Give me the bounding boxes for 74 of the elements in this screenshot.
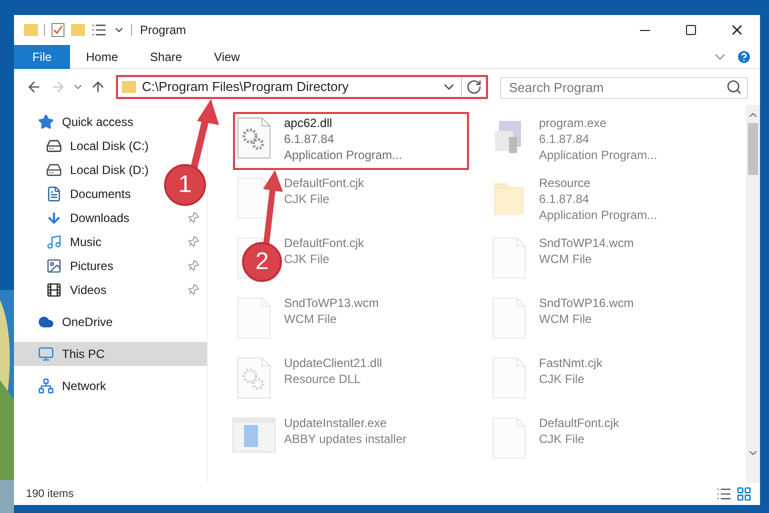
music-note-icon (46, 234, 62, 250)
help-icon[interactable] (736, 48, 752, 64)
file-detail: 6.1.87.84 (284, 131, 334, 147)
file-detail: WCM File (539, 311, 592, 327)
drive-icon (46, 138, 62, 154)
sidebar-item[interactable]: Music (46, 230, 102, 254)
file-name[interactable]: Resource (539, 175, 590, 191)
ribbon-tab[interactable]: Share (136, 44, 196, 68)
file-detail: CJK File (284, 191, 330, 207)
ribbon-tab[interactable]: File (14, 44, 70, 68)
maximize-icon (685, 24, 697, 36)
ribbon-tab[interactable]: Home (72, 44, 132, 68)
ribbon-tab[interactable]: View (200, 44, 254, 68)
file-detail: 6.1.87.84 (539, 191, 590, 207)
search-icon (726, 79, 742, 95)
file-name[interactable]: UpdateInstaller.exe (284, 415, 387, 431)
file-name[interactable]: UpdateClient21.dll (284, 355, 382, 371)
sidebar-item[interactable]: Local Disk (D:) (46, 158, 149, 182)
picture-icon (46, 258, 62, 274)
folder-icon (24, 23, 38, 37)
folder-icon (122, 80, 136, 94)
file-name[interactable]: DefaultFont.cjk (539, 415, 620, 431)
sidebar-item[interactable]: OneDrive (38, 310, 113, 334)
tiles-view-icon[interactable] (736, 486, 752, 502)
film-icon (46, 282, 62, 298)
refresh-icon[interactable] (466, 79, 482, 95)
sidebar-item[interactable]: Videos (46, 278, 106, 302)
sidebar-item[interactable]: Documents (46, 182, 131, 206)
cloud-icon (38, 314, 54, 330)
file-name[interactable]: FastNmt.cjk (539, 355, 602, 371)
file-detail: CJK File (284, 251, 330, 267)
file-detail: ABBY updates installer (284, 431, 407, 447)
file-detail: CJK File (539, 371, 584, 387)
file-detail: Resource DLL (284, 371, 361, 387)
file-detail: Application Program... (539, 147, 658, 163)
file-detail: Application Program... (539, 207, 658, 223)
sidebar-item[interactable]: Network (38, 374, 106, 398)
file-name[interactable]: DefaultFont.cjk (284, 175, 364, 191)
sidebar-item[interactable]: Downloads (46, 206, 130, 230)
sidebar-item[interactable]: This PC (14, 342, 207, 366)
item-count: 190 items (26, 486, 74, 502)
details-view-icon[interactable] (716, 486, 732, 502)
download-icon (46, 210, 62, 226)
file-name[interactable]: apc62.dll (284, 115, 332, 131)
file-name[interactable]: SndToWP16.wcm (539, 295, 634, 311)
checklist-icon (51, 23, 65, 37)
step-badge: 2 (242, 242, 282, 282)
document-icon (46, 186, 62, 202)
file-name[interactable]: SndToWP13.wcm (284, 295, 379, 311)
network-icon (38, 378, 54, 394)
file-detail: 6.1.87.84 (539, 131, 590, 147)
scroll-thumb[interactable] (748, 123, 758, 175)
file-detail: CJK File (539, 431, 584, 447)
sidebar-item[interactable]: Pictures (46, 254, 114, 278)
properties-icon[interactable] (91, 22, 107, 38)
back-icon[interactable] (26, 79, 42, 95)
address-field[interactable]: C:\Program Files\Program Directory (116, 75, 488, 99)
sidebar-item[interactable]: Local Disk (C:) (46, 134, 149, 158)
sidebar-item[interactable]: Quick access (38, 110, 134, 134)
up-icon[interactable] (90, 79, 106, 95)
scrollbar[interactable] (746, 105, 760, 483)
star-icon (38, 114, 54, 130)
drive-icon (46, 162, 62, 178)
file-name[interactable]: DefaultFont.cjk (284, 235, 364, 251)
file-detail: Application Program... (284, 147, 402, 163)
window-title: Program (140, 22, 186, 39)
monitor-icon (38, 346, 54, 362)
file-name[interactable]: SndToWP14.wcm (539, 235, 634, 251)
search-field[interactable]: Search Program (500, 76, 748, 98)
folder-icon (71, 23, 85, 37)
step-badge: 1 (164, 164, 206, 206)
file-detail: WCM File (539, 251, 592, 267)
file-name[interactable]: program.exe (539, 115, 606, 131)
file-detail: WCM File (284, 311, 337, 327)
